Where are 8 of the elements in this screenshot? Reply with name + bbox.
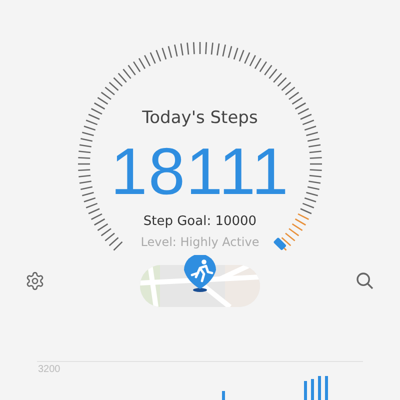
step-goal: Step Goal: 10000 [143, 214, 257, 229]
activity-level: Level: Highly Active [140, 235, 260, 249]
settings-icon [25, 271, 45, 291]
progress-marker [273, 237, 287, 251]
gauge-title: Today's Steps [142, 108, 258, 128]
axis-label: 3200 [38, 364, 60, 375]
search-icon [355, 271, 375, 291]
step-count: 18111 [110, 138, 290, 204]
